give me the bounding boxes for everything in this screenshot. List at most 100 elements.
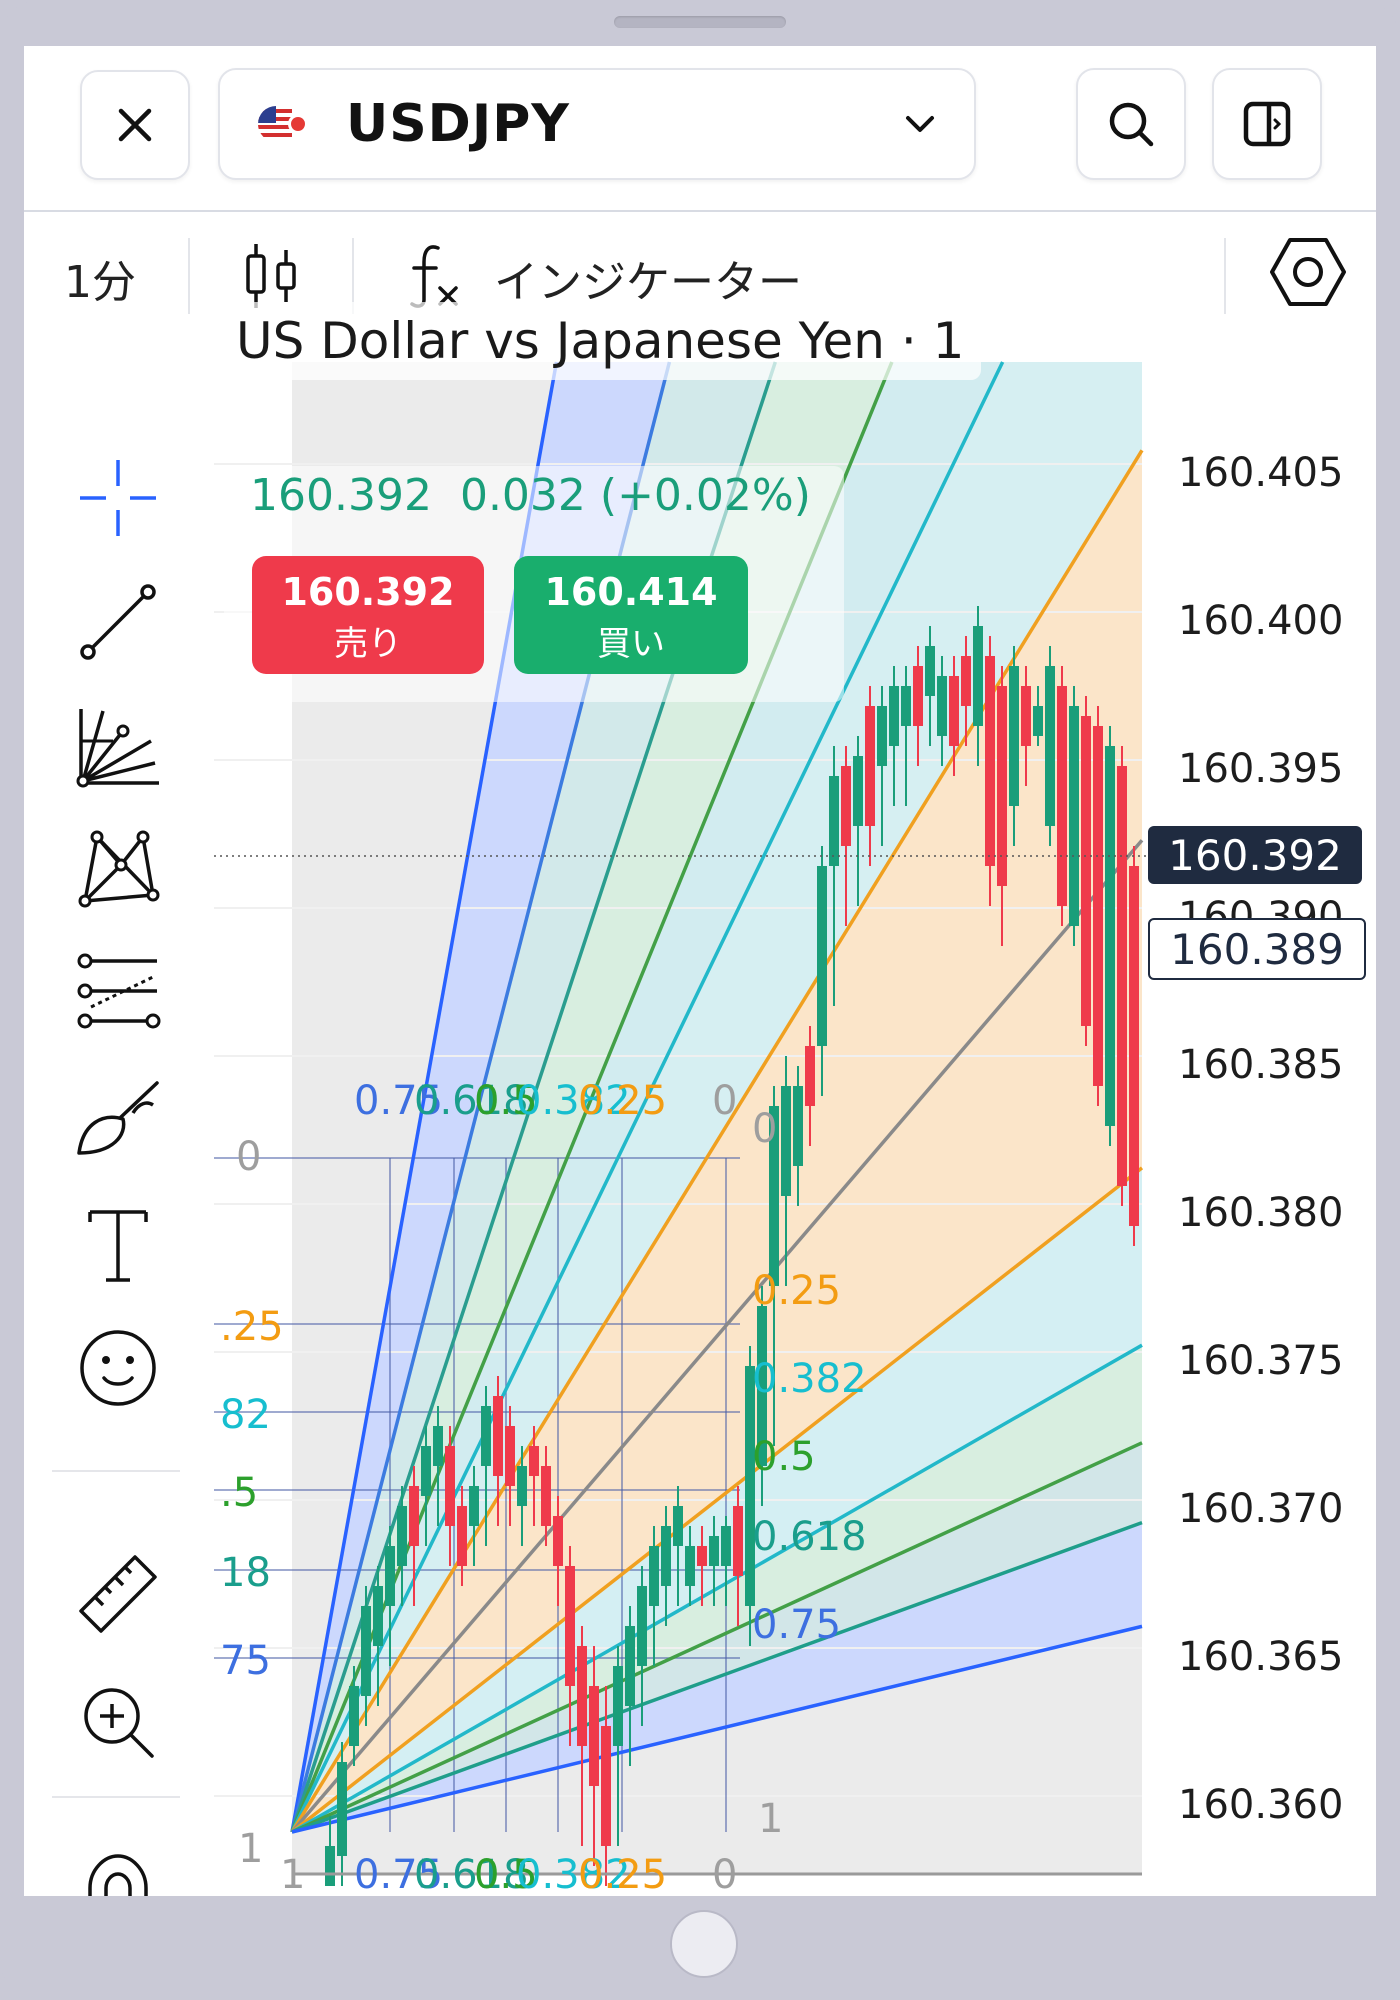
text-icon: [88, 1210, 148, 1282]
candle-body: [901, 686, 911, 726]
fib-label-right: 0.618: [752, 1514, 867, 1560]
y-axis-label: 160.370: [1178, 1486, 1344, 1532]
y-axis-label: 160.385: [1178, 1042, 1344, 1088]
candle-body: [529, 1446, 539, 1476]
crosshair-price-tag: 160.389: [1148, 918, 1366, 980]
fib-label-left: .5: [220, 1470, 259, 1516]
candle-body: [709, 1536, 719, 1566]
legend-title: US Dollar vs Japanese Yen · 1: [222, 302, 981, 380]
brush-icon: [77, 1081, 159, 1155]
candle-body: [505, 1426, 515, 1486]
y-axis-label: 160.405: [1178, 450, 1344, 496]
y-axis-label: 160.400: [1178, 598, 1344, 644]
y-axis-label: 160.380: [1178, 1190, 1344, 1236]
candle-body: [601, 1726, 611, 1846]
candle-body: [925, 646, 935, 696]
projection-tool-button[interactable]: [68, 942, 168, 1042]
candle-body: [685, 1546, 695, 1586]
candle-body: [577, 1646, 587, 1746]
fib-label-left: 0: [236, 1134, 262, 1180]
fib-label-left: 82: [220, 1392, 271, 1438]
candle-body: [337, 1762, 347, 1856]
price-change: 0.032 (+0.02%): [459, 470, 811, 521]
candle-body: [565, 1566, 575, 1686]
candle-body: [637, 1586, 647, 1666]
trend-line-icon: [80, 584, 156, 660]
candle-body: [1129, 866, 1139, 1226]
zoom-tool-button[interactable]: [68, 1672, 168, 1772]
y-axis-label: 160.375: [1178, 1338, 1344, 1384]
fib-label-right: 0.25: [752, 1268, 842, 1314]
fib-label-right: 0.75: [752, 1602, 842, 1648]
candle-body: [697, 1546, 707, 1566]
candle-body: [1057, 686, 1067, 906]
fib-label-bottom: 0.25: [578, 1852, 668, 1896]
tablet-frame: USDJPY 1分 インジケーター US Dollar vs Japanese …: [0, 0, 1400, 2000]
candle-body: [973, 626, 983, 726]
buy-price: 160.414: [544, 570, 718, 614]
candle-body: [1045, 666, 1055, 826]
buy-button[interactable]: 160.414 買い: [514, 556, 748, 674]
candle-body: [1069, 706, 1079, 926]
candle-body: [397, 1506, 407, 1566]
fib-label-bottom: 0: [712, 1852, 738, 1896]
candle-body: [673, 1506, 683, 1546]
zoom-in-icon: [84, 1688, 154, 1758]
buy-label: 買い: [597, 624, 665, 664]
magnet-icon: [88, 1854, 148, 1896]
sidebar-divider: [52, 1470, 180, 1472]
candle-body: [409, 1486, 419, 1546]
pattern-tool-button[interactable]: [68, 818, 168, 918]
last-price: 160.392: [250, 470, 432, 521]
candle-body: [1105, 746, 1115, 1126]
gann-fan-tool-button[interactable]: [68, 696, 168, 796]
candle-body: [541, 1466, 551, 1526]
candle-body: [793, 1086, 803, 1166]
ruler-icon: [79, 1555, 157, 1633]
text-tool-button[interactable]: [68, 1194, 168, 1294]
candle-body: [733, 1506, 743, 1576]
current-price-tag: 160.392: [1148, 826, 1362, 884]
sell-price: 160.392: [281, 570, 455, 614]
candle-body: [829, 776, 839, 866]
candle-body: [469, 1486, 479, 1526]
candle-body: [349, 1686, 359, 1746]
candle-body: [913, 666, 923, 726]
fib-label-top: 0.25: [578, 1078, 668, 1124]
candle-body: [817, 866, 827, 1046]
candle-body: [661, 1526, 671, 1586]
candle-body: [781, 1086, 791, 1196]
fib-label-left: 18: [220, 1550, 271, 1596]
device-speaker: [614, 16, 786, 28]
candle-body: [445, 1446, 455, 1526]
trend-line-tool-button[interactable]: [68, 572, 168, 672]
y-axis-label: 160.395: [1178, 746, 1344, 792]
fib-label-right: 0.5: [752, 1434, 816, 1480]
fib-label-left: .25: [220, 1304, 284, 1350]
candle-body: [937, 676, 947, 736]
candle-body: [613, 1666, 623, 1746]
candle-body: [949, 676, 959, 746]
candle-body: [853, 756, 863, 826]
candle-body: [1081, 716, 1091, 1026]
home-button[interactable]: [670, 1910, 738, 1978]
fib-label-left: 75: [220, 1638, 271, 1684]
y-axis-label: 160.360: [1178, 1782, 1344, 1828]
brush-tool-button[interactable]: [68, 1068, 168, 1168]
gann-fan-icon: [76, 709, 159, 788]
candle-body: [481, 1406, 491, 1466]
sell-button[interactable]: 160.392 売り: [252, 556, 484, 674]
fib-label-left: 1: [238, 1826, 264, 1872]
fib-label-right: 1: [758, 1796, 784, 1842]
forecast-icon: [77, 953, 161, 1029]
measure-tool-button[interactable]: [68, 1544, 168, 1644]
crosshair-tool-button[interactable]: [68, 448, 168, 548]
smiley-icon: [80, 1330, 156, 1406]
candle-body: [1009, 666, 1019, 806]
candle-body: [373, 1586, 383, 1646]
candle-body: [889, 686, 899, 746]
candle-body: [721, 1526, 731, 1566]
emoji-tool-button[interactable]: [68, 1318, 168, 1418]
candle-body: [385, 1546, 395, 1606]
magnet-tool-button[interactable]: [68, 1838, 168, 1896]
